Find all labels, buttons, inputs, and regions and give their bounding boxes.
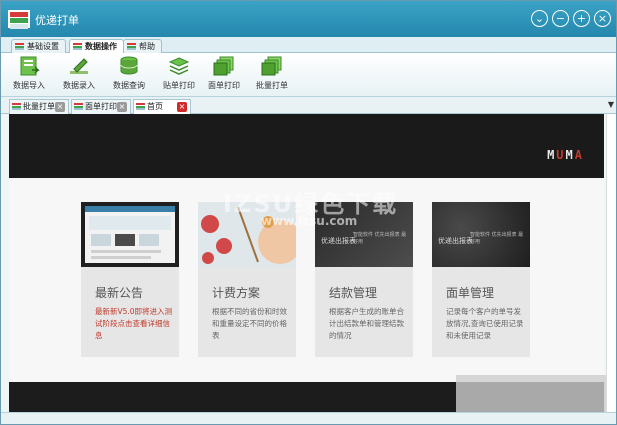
- tab-list-arrow-icon[interactable]: ▼: [608, 100, 614, 109]
- menu-tab-label: 基础设置: [27, 42, 59, 51]
- menu-tab-label: 数据操作: [85, 42, 117, 51]
- doc-tab-label: 首页: [147, 102, 163, 111]
- document-tab-bar: 批量打单 × 面单打印 × 首页 × ▼: [1, 97, 616, 114]
- close-tab-icon[interactable]: ×: [177, 102, 187, 112]
- menu-tab-data-operations[interactable]: 数据操作: [69, 39, 124, 53]
- toolbar: 数据导入 数据录入 数据查询 贴单打印 面单打印 批量打单: [1, 53, 616, 97]
- card-latest-announcement[interactable]: 最新公告 最新新V5.0即将进入测试阶段点击查看详细信息: [81, 202, 179, 357]
- card-title: 计费方案: [212, 286, 261, 300]
- window-title: 优递打单: [35, 14, 79, 27]
- chevron-down-icon[interactable]: ⌄: [531, 10, 548, 27]
- app-tab-icon: [12, 103, 21, 110]
- tool-label: 面单打印: [208, 81, 240, 90]
- status-bar: [1, 412, 616, 424]
- layers-icon: [168, 57, 190, 75]
- maximize-icon[interactable]: +: [573, 10, 590, 27]
- vertical-scrollbar[interactable]: [606, 114, 616, 412]
- tool-label: 贴单打印: [163, 81, 195, 90]
- overlay-block: [456, 375, 606, 417]
- doc-tab-label: 面单打印: [85, 102, 117, 111]
- doc-tab-label: 批量打单: [23, 102, 55, 111]
- app-tab-icon: [136, 103, 145, 110]
- print-stack-icon: [213, 56, 234, 76]
- import-icon: [20, 56, 40, 76]
- minimize-icon[interactable]: −: [552, 10, 569, 27]
- screenshot-thumbnail: [81, 202, 179, 267]
- close-tab-icon[interactable]: ×: [117, 102, 127, 112]
- data-entry-button[interactable]: 数据录入: [55, 56, 103, 96]
- thumb-subtitle: 智能软件 优先出报表 最好用: [353, 232, 407, 245]
- card-title: 面单管理: [446, 286, 495, 300]
- label-print-button[interactable]: 贴单打印: [155, 56, 203, 96]
- batch-print-icon: [261, 56, 282, 76]
- brand-logo: MUMA: [547, 148, 584, 162]
- menu-tab-basic-settings[interactable]: 基础设置: [11, 39, 66, 53]
- doc-tab-waybill-print[interactable]: 面单打印 ×: [71, 99, 131, 114]
- dark-thumbnail: 优递出报表 智能软件 优先出报表 最好用: [432, 202, 530, 267]
- title-bar[interactable]: 优递打单 ⌄ − + ×: [1, 1, 616, 37]
- data-import-button[interactable]: 数据导入: [5, 56, 53, 96]
- database-icon: [120, 56, 138, 75]
- batch-print-button[interactable]: 批量打单: [248, 56, 296, 96]
- app-tab-icon: [73, 43, 82, 50]
- hero-banner: MUMA: [9, 114, 604, 178]
- data-query-button[interactable]: 数据查询: [105, 56, 153, 96]
- card-description: 最新新V5.0即将进入测试阶段点击查看详细信息: [95, 307, 173, 340]
- menu-bar: 基础设置 数据操作 帮助: [1, 37, 616, 53]
- card-description: 记录每个客户的单号发放情况,查询已使用记录和未使用记录: [446, 307, 524, 340]
- tool-label: 批量打单: [256, 81, 288, 90]
- card-title: 最新公告: [95, 286, 144, 300]
- app-window: 优递打单 ⌄ − + × 基础设置 数据操作 帮助 数据导入 数据录入 数据查询…: [0, 0, 617, 425]
- thumb-title: 优递出报表: [438, 237, 473, 245]
- menu-tab-help[interactable]: 帮助: [123, 39, 162, 53]
- pen-entry-icon: [70, 58, 88, 74]
- thumb-subtitle: 智能软件 优先出报表 最好用: [470, 232, 524, 245]
- card-title: 结款管理: [329, 286, 378, 300]
- home-page: MUMA 最新公告 最新新V5.0即将进入测试阶段点击查看详细信息 计费方案 根…: [9, 114, 604, 412]
- waybill-print-button[interactable]: 面单打印: [200, 56, 248, 96]
- app-tab-icon: [127, 43, 136, 50]
- card-description: 根据不同的省份和时效和重量设定不同的价格表: [212, 307, 287, 340]
- doc-tab-home[interactable]: 首页 ×: [133, 99, 191, 114]
- tool-label: 数据查询: [113, 81, 145, 90]
- menu-tab-label: 帮助: [139, 42, 155, 51]
- doc-tab-batch-print[interactable]: 批量打单 ×: [9, 99, 69, 114]
- app-logo-icon: [8, 10, 30, 29]
- thumb-title: 优递出报表: [321, 237, 356, 245]
- app-tab-icon: [15, 43, 24, 50]
- card-description: 根据客户生成的账单合计出结款单和管理结款的情况: [329, 307, 404, 340]
- close-icon[interactable]: ×: [594, 10, 611, 27]
- card-waybill-management[interactable]: 优递出报表 智能软件 优先出报表 最好用 面单管理 记录每个客户的单号发放情况,…: [432, 202, 530, 357]
- close-tab-icon[interactable]: ×: [55, 102, 65, 112]
- watermark-url: www.izsu.com: [261, 214, 358, 228]
- app-tab-icon: [74, 103, 83, 110]
- tool-label: 数据录入: [63, 81, 95, 90]
- tool-label: 数据导入: [13, 81, 45, 90]
